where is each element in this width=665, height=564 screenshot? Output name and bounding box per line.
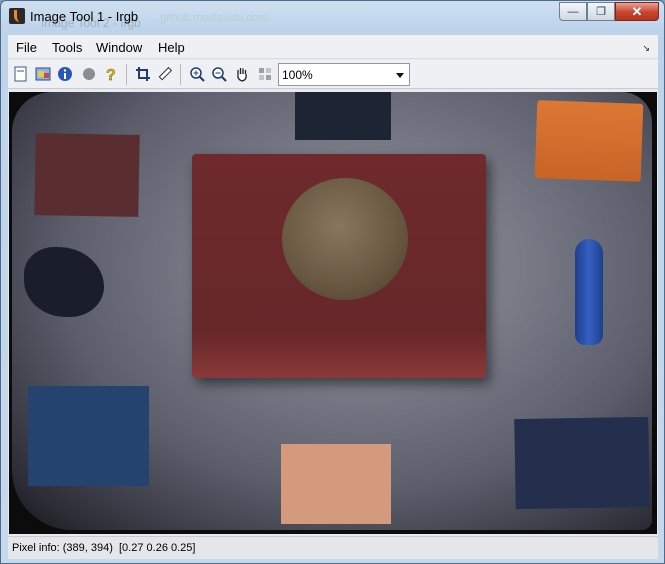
peach-square (281, 444, 391, 524)
blue-square-left (28, 386, 149, 486)
measure-icon[interactable] (156, 65, 174, 83)
new-figure-icon[interactable] (12, 65, 30, 83)
maroon-card (34, 133, 140, 217)
image-canvas[interactable] (9, 92, 657, 534)
zoom-in-icon[interactable] (188, 65, 206, 83)
menu-tools[interactable]: Tools (52, 40, 82, 55)
close-button[interactable]: ✕ (615, 2, 659, 21)
minimize-icon: — (567, 5, 579, 18)
zoom-level-value: 100% (282, 68, 313, 82)
menu-help[interactable]: Help (158, 40, 185, 55)
toolbar-separator (180, 64, 181, 85)
image-scene (12, 92, 652, 530)
blue-bottle (575, 239, 603, 345)
pixel-region-icon[interactable] (256, 65, 274, 83)
toolbar: ? 100% (8, 60, 658, 89)
navy-square-right (514, 416, 650, 510)
image-tool-window: Image Tool 2 - Irgb ...github.mediavida.… (0, 0, 665, 564)
image-info-icon[interactable] (34, 65, 52, 83)
minimize-button[interactable]: — (559, 2, 587, 21)
chevron-down-icon (396, 73, 404, 78)
glass-bowl (282, 178, 408, 300)
zoom-level-select[interactable]: 100% (278, 63, 410, 86)
dark-blue-card (295, 92, 391, 140)
pan-icon[interactable] (233, 65, 251, 83)
pixel-info-readout: Pixel info: (389, 394) [0.27 0.26 0.25] (12, 542, 196, 554)
help-icon[interactable]: ? (102, 65, 120, 83)
toolbar-separator (126, 64, 127, 85)
svg-text:?: ? (106, 67, 116, 82)
dark-blue-figurine (24, 247, 104, 317)
zoom-out-icon[interactable] (210, 65, 228, 83)
menu-bar: File Tools Window Help ↘ (8, 35, 658, 59)
menu-file[interactable]: File (16, 40, 37, 55)
restore-icon: ❐ (596, 6, 606, 18)
record-icon[interactable] (80, 65, 98, 83)
maximize-button[interactable]: ❐ (587, 2, 615, 21)
dock-arrow-icon[interactable]: ↘ (642, 43, 650, 54)
background-window-url: ...github.mediavida.com... (151, 12, 277, 24)
close-icon: ✕ (631, 3, 643, 19)
info-icon[interactable] (56, 65, 74, 83)
window-controls: — ❐ ✕ (559, 2, 659, 21)
title-bar[interactable]: Image Tool 2 - Irgb ...github.mediavida.… (1, 1, 664, 31)
window-title: Image Tool 1 - Irgb (30, 9, 139, 24)
menu-window[interactable]: Window (96, 40, 142, 55)
orange-square (534, 100, 644, 182)
crop-icon[interactable] (134, 65, 152, 83)
matlab-app-icon (9, 8, 25, 24)
client-area: File Tools Window Help ↘ ? 100% Pixel in… (8, 35, 658, 559)
status-bar: Pixel info: (389, 394) [0.27 0.26 0.25] (8, 536, 658, 559)
